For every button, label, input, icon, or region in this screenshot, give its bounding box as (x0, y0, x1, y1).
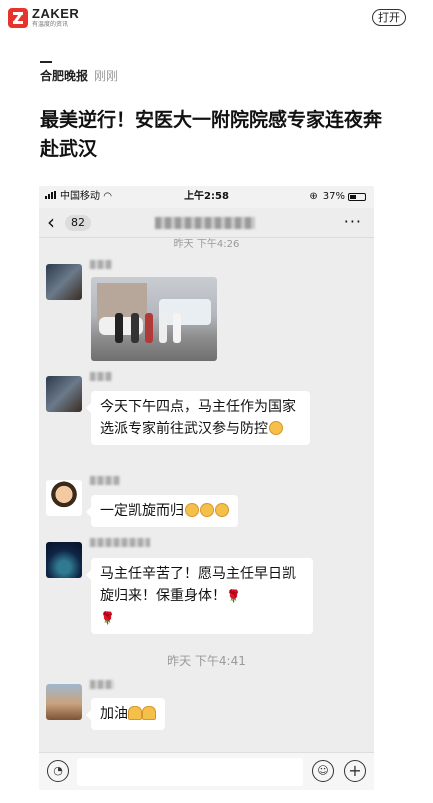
chat-message (46, 538, 150, 578)
top-bar: ZAKER 有温度的资讯 打开 (0, 0, 433, 36)
voice-icon[interactable]: ◔ (47, 760, 69, 782)
avatar[interactable] (46, 376, 82, 412)
sender-name-blurred (90, 476, 120, 485)
message-bubble[interactable]: 一定凯旋而归 (86, 495, 238, 527)
shared-photo[interactable] (91, 277, 217, 361)
message-input[interactable] (77, 758, 303, 786)
flexed-biceps-icon (128, 706, 142, 720)
message-bubble[interactable]: 加油 (86, 698, 165, 730)
avatar[interactable] (46, 542, 82, 578)
rose-emoji-icon: 🌹 (100, 611, 115, 625)
lock-rotation-icon: ⊕ (309, 191, 318, 202)
open-app-button[interactable]: 打开 (372, 9, 406, 26)
zaker-logo[interactable]: ZAKER 有温度的资讯 (8, 7, 79, 28)
unread-count[interactable]: 82 (65, 215, 91, 231)
sender-name-blurred (90, 538, 150, 547)
avatar[interactable] (46, 264, 82, 300)
more-options-icon[interactable]: ··· (344, 210, 362, 234)
chat-message (46, 476, 120, 516)
flexed-biceps-icon (142, 706, 156, 720)
plus-icon[interactable]: + (344, 760, 366, 782)
article-source[interactable]: 合肥晚报 (40, 69, 88, 83)
rose-emoji-icon: 🌹 (226, 589, 241, 603)
logo-name: ZAKER (32, 6, 80, 21)
sender-name-blurred (90, 680, 114, 689)
battery-icon (348, 193, 366, 201)
fist-emoji-icon (215, 503, 229, 517)
chat-screenshot: 中国移动 ◠ 上午2:58 ⊕ 37% ‹ 82 ··· 昨天 下午4:26 今… (39, 186, 374, 790)
avatar[interactable] (46, 684, 82, 720)
message-bubble[interactable]: 马主任辛苦了！愿马主任早日凯旋归来！保重身体！🌹 🌹 (86, 558, 313, 634)
chat-message (46, 372, 112, 412)
logo-slogan: 有温度的资讯 (32, 21, 69, 28)
avatar[interactable] (46, 480, 82, 516)
sender-name-blurred (90, 372, 112, 381)
chat-input-bar: ◔ ☺ + (39, 752, 374, 790)
zaker-logo-icon (8, 7, 28, 28)
back-chevron-icon[interactable]: ‹ (47, 210, 55, 234)
meta-divider (40, 61, 52, 63)
chat-title-blurred (155, 217, 255, 229)
timestamp-mid: 昨天 下午4:41 (167, 654, 246, 668)
emoji-icon[interactable]: ☺ (312, 760, 334, 782)
fist-emoji-icon (200, 503, 214, 517)
phone-status-bar: 中国移动 ◠ 上午2:58 ⊕ 37% (39, 186, 374, 208)
timestamp-top: 昨天 下午4:26 (173, 239, 240, 250)
fist-emoji-icon (185, 503, 199, 517)
article-time: 刚刚 (94, 69, 119, 83)
sender-name-blurred (90, 260, 112, 269)
chat-nav-bar: ‹ 82 ··· (39, 208, 374, 238)
article-meta: 合肥晚报 刚刚 (40, 68, 118, 84)
chat-message (46, 680, 114, 720)
battery-status: ⊕ 37% (309, 186, 366, 208)
fist-emoji-icon (269, 421, 283, 435)
article-title: 最美逆行！安医大一附院院感专家连夜奔赴武汉 (40, 109, 383, 160)
chat-message-photo (46, 260, 112, 300)
message-bubble[interactable]: 今天下午四点，马主任作为国家选派专家前往武汉参与防控 (86, 391, 310, 445)
